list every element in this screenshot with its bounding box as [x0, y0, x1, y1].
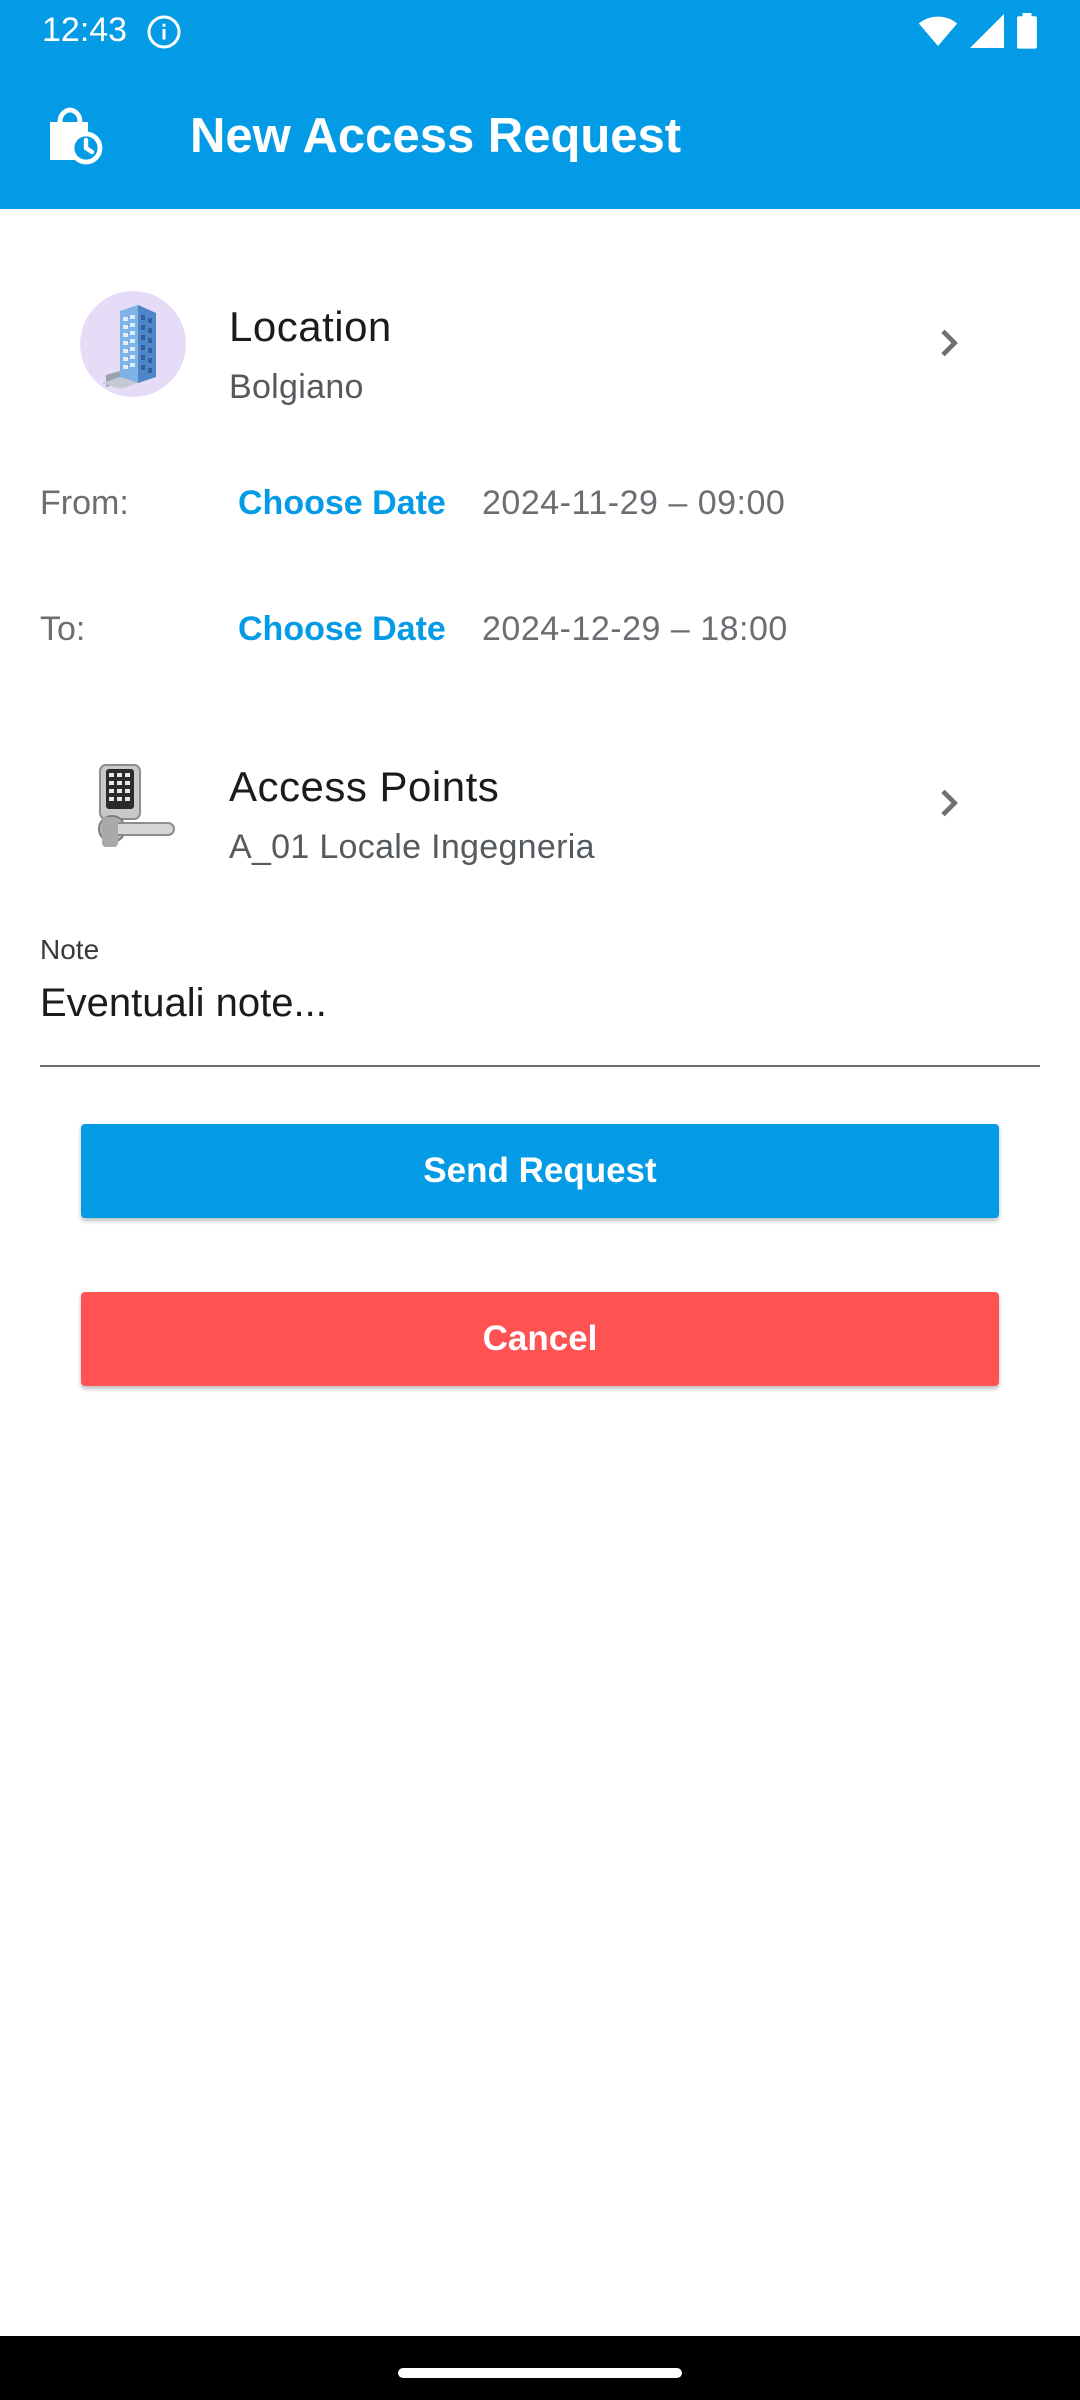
send-request-button[interactable]: Send Request [81, 1124, 999, 1218]
app-bar: New Access Request [0, 62, 1080, 209]
top-bar: 12:43 New Access Request [0, 0, 1080, 209]
home-gesture-handle[interactable] [398, 2368, 682, 2378]
from-date-value: 2024-11-29 – 09:00 [482, 484, 786, 522]
wifi-icon [918, 16, 958, 46]
signal-icon [970, 14, 1004, 48]
note-input[interactable] [40, 977, 1040, 1029]
screen: 12:43 New Access Request Location Bolgia… [0, 0, 1080, 2400]
from-date-row: From: Choose Date 2024-11-29 – 09:00 [0, 462, 1080, 542]
to-choose-date-button[interactable]: Choose Date [226, 598, 458, 660]
page-title: New Access Request [190, 109, 682, 163]
access-points-value: A_01 Locale Ingegneria [229, 828, 595, 866]
chevron-right-icon [941, 789, 958, 817]
to-label: To: [40, 610, 86, 648]
cancel-button[interactable]: Cancel [81, 1292, 999, 1386]
note-field: Note [40, 925, 1040, 1067]
building-icon [80, 291, 186, 397]
to-date-value: 2024-12-29 – 18:00 [482, 610, 788, 648]
access-time-icon[interactable] [40, 104, 104, 168]
info-icon [147, 15, 181, 49]
status-time: 12:43 [42, 11, 128, 49]
access-points-title: Access Points [229, 763, 500, 810]
location-value: Bolgiano [229, 368, 364, 406]
status-bar: 12:43 [0, 0, 1080, 62]
status-icons [918, 12, 1038, 50]
location-selector[interactable]: Location Bolgiano [0, 258, 1080, 428]
location-title: Location [229, 303, 392, 350]
note-label: Note [40, 934, 100, 965]
access-points-selector[interactable]: Access Points A_01 Locale Ingegneria [0, 718, 1080, 888]
system-navigation-bar [0, 2336, 1080, 2400]
to-date-row: To: Choose Date 2024-12-29 – 18:00 [0, 588, 1080, 668]
battery-icon [1017, 13, 1037, 49]
from-choose-date-button[interactable]: Choose Date [226, 472, 458, 534]
chevron-right-icon [941, 329, 958, 357]
from-label: From: [40, 484, 129, 522]
keypad-lock-icon [80, 751, 186, 857]
